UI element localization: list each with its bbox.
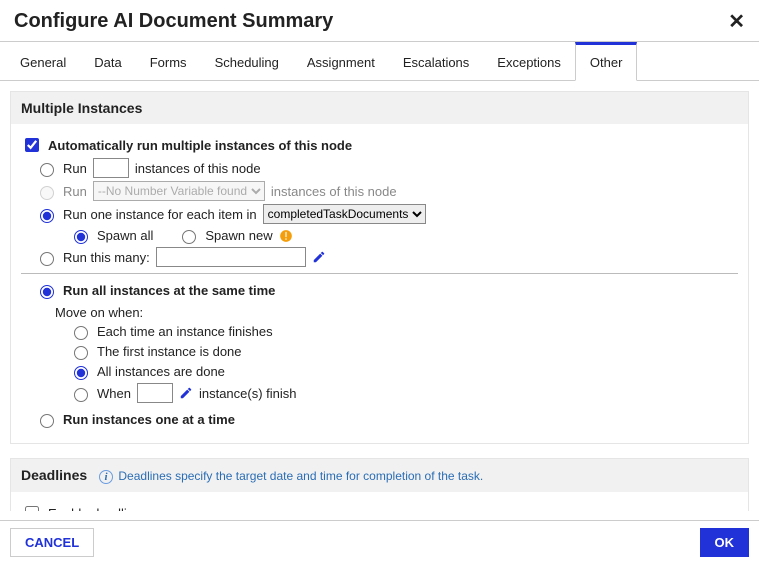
info-icon: i	[99, 470, 113, 484]
label-spawn-new: Spawn new	[205, 228, 272, 243]
ok-button[interactable]: OK	[700, 528, 750, 557]
label-run-n-post: instances of this node	[135, 161, 261, 176]
row-auto-run: Automatically run multiple instances of …	[21, 135, 738, 155]
input-run-this-many[interactable]	[156, 247, 306, 267]
edit-icon[interactable]	[179, 386, 193, 400]
hint-deadlines: i Deadlines specify the target date and …	[99, 469, 483, 483]
label-run-var-post: instances of this node	[271, 184, 397, 199]
label-all-done: All instances are done	[97, 364, 225, 379]
tab-assignment[interactable]: Assignment	[293, 45, 389, 80]
row-first-done: The first instance is done	[69, 343, 738, 360]
label-run-this-many: Run this many:	[63, 250, 150, 265]
row-run-this-many: Run this many:	[35, 247, 738, 267]
edit-icon[interactable]	[312, 250, 326, 264]
close-icon[interactable]: ✕	[728, 12, 745, 32]
row-each-finishes: Each time an instance finishes	[69, 323, 738, 340]
radio-all-same-time[interactable]	[40, 285, 54, 299]
row-move-on-when: Move on when:	[55, 305, 738, 320]
label-when-n-pre: When	[97, 386, 131, 401]
radio-run-n[interactable]	[40, 163, 54, 177]
title-bar: Configure AI Document Summary ✕	[0, 0, 759, 41]
label-each-finishes: Each time an instance finishes	[97, 324, 273, 339]
row-run-each: Run one instance for each item in comple…	[35, 204, 738, 224]
panel-deadlines: Deadlines i Deadlines specify the target…	[10, 458, 749, 511]
radio-when-n[interactable]	[74, 388, 88, 402]
tab-data[interactable]: Data	[80, 45, 135, 80]
radio-all-done[interactable]	[74, 366, 88, 380]
panel-header-deadlines: Deadlines i Deadlines specify the target…	[11, 459, 748, 492]
row-when-n: When instance(s) finish	[69, 383, 738, 403]
label-all-same-time: Run all instances at the same time	[63, 283, 275, 298]
label-first-done: The first instance is done	[97, 344, 242, 359]
label-move-on-when: Move on when:	[55, 305, 143, 320]
radio-one-at-a-time[interactable]	[40, 414, 54, 428]
label-auto-run: Automatically run multiple instances of …	[48, 138, 352, 153]
dialog-window: Configure AI Document Summary ✕ General …	[0, 0, 759, 564]
row-run-var: Run --No Number Variable found instances…	[35, 181, 738, 201]
tab-other-content[interactable]: Multiple Instances Automatically run mul…	[0, 81, 759, 511]
tab-general[interactable]: General	[6, 45, 80, 80]
label-spawn-all: Spawn all	[97, 228, 153, 243]
radio-first-done[interactable]	[74, 346, 88, 360]
select-run-var: --No Number Variable found	[93, 181, 265, 201]
label-when-n-post: instance(s) finish	[199, 386, 297, 401]
cancel-button[interactable]: CANCEL	[10, 528, 94, 557]
label-run-var-pre: Run	[63, 184, 87, 199]
panel-header-multiple-instances: Multiple Instances	[11, 92, 748, 124]
checkbox-auto-run[interactable]	[25, 138, 39, 152]
radio-run-each[interactable]	[40, 209, 54, 223]
checkbox-enable-deadlines[interactable]	[25, 506, 39, 511]
radio-spawn-new[interactable]	[182, 230, 196, 244]
tabs-row: General Data Forms Scheduling Assignment…	[0, 41, 759, 81]
radio-run-this-many[interactable]	[40, 252, 54, 266]
divider	[21, 273, 738, 274]
tab-exceptions[interactable]: Exceptions	[483, 45, 575, 80]
label-run-n-pre: Run	[63, 161, 87, 176]
tab-scheduling[interactable]: Scheduling	[201, 45, 293, 80]
tab-other[interactable]: Other	[575, 42, 638, 81]
tab-forms[interactable]: Forms	[136, 45, 201, 80]
panel-title-deadlines: Deadlines	[21, 467, 87, 483]
input-run-n[interactable]	[93, 158, 129, 178]
dialog-footer: CANCEL OK	[0, 520, 759, 564]
row-spawn: Spawn all Spawn new	[69, 227, 738, 244]
radio-spawn-all[interactable]	[74, 230, 88, 244]
warning-icon[interactable]	[279, 229, 293, 243]
row-one-at-a-time: Run instances one at a time	[35, 411, 738, 428]
input-when-n[interactable]	[137, 383, 173, 403]
panel-multiple-instances: Multiple Instances Automatically run mul…	[10, 91, 749, 444]
radio-run-var	[40, 186, 54, 200]
row-all-same-time: Run all instances at the same time	[35, 282, 738, 299]
label-one-at-a-time: Run instances one at a time	[63, 412, 235, 427]
label-enable-deadlines: Enable deadlines	[48, 506, 148, 512]
label-run-each-pre: Run one instance for each item in	[63, 207, 257, 222]
row-enable-deadlines: Enable deadlines	[21, 503, 738, 511]
radio-each-finishes[interactable]	[74, 326, 88, 340]
row-run-n: Run instances of this node	[35, 158, 738, 178]
select-run-each[interactable]: completedTaskDocuments	[263, 204, 426, 224]
dialog-title: Configure AI Document Summary	[14, 10, 333, 33]
tab-escalations[interactable]: Escalations	[389, 45, 483, 80]
row-all-done: All instances are done	[69, 363, 738, 380]
